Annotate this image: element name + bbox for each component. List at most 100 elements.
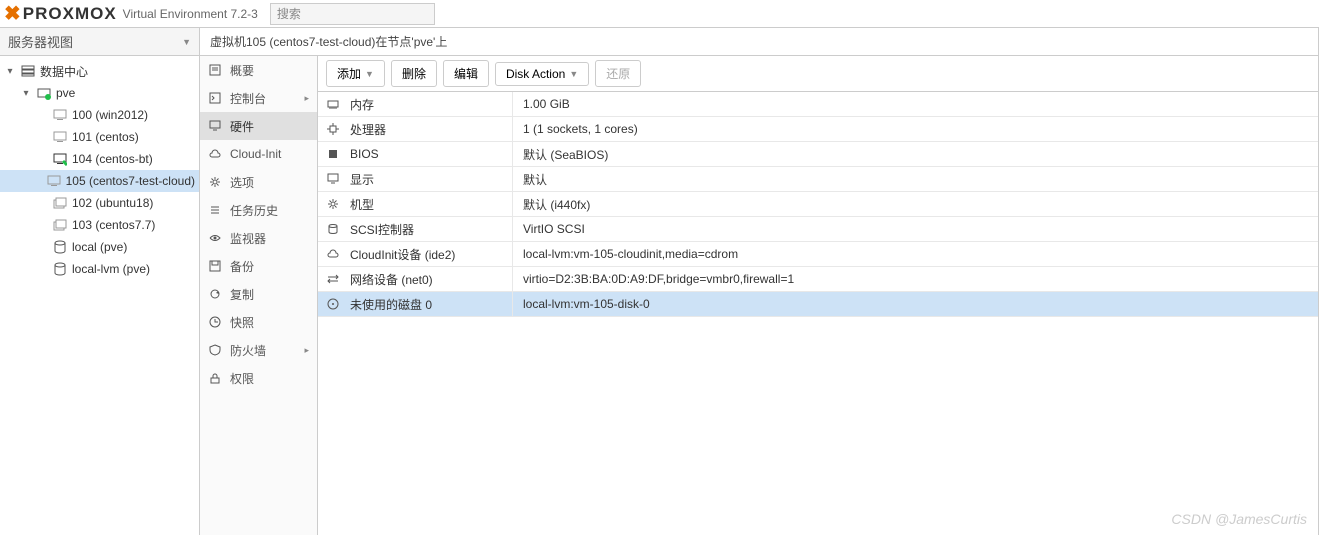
subnav-label: 监视器 xyxy=(230,230,309,247)
monitor-icon xyxy=(326,173,340,185)
ct-icon xyxy=(52,217,68,233)
hardware-panel: 添加▼ 删除 编辑 Disk Action▼ 还原 内存 1.00 GiB 处理器1… xyxy=(318,56,1318,535)
hardware-row[interactable]: BIOS默认 (SeaBIOS) xyxy=(318,142,1318,167)
hardware-value: local-lvm:vm-105-disk-0 xyxy=(513,297,1318,311)
hardware-row[interactable]: 显示默认 xyxy=(318,167,1318,192)
list-icon xyxy=(208,204,222,216)
disk-icon xyxy=(326,298,340,310)
subnav-label: Cloud-Init xyxy=(230,147,309,161)
hardware-key: 内存 xyxy=(350,96,374,113)
disk-action-button[interactable]: Disk Action▼ xyxy=(495,62,589,86)
hardware-key: 处理器 xyxy=(350,121,386,138)
ct-icon xyxy=(52,195,68,211)
tree-toggle-icon[interactable]: ▾ xyxy=(20,88,32,99)
terminal-icon xyxy=(208,92,222,104)
vm-off-icon xyxy=(52,107,68,123)
bios-icon xyxy=(326,148,340,160)
edit-button[interactable]: 编辑 xyxy=(443,60,489,87)
tree-item-103[interactable]: 103 (centos7.7) xyxy=(0,214,199,236)
tree-item-label: local (pve) xyxy=(72,240,127,254)
subnav-label: 概要 xyxy=(230,62,309,79)
hardware-value: 1.00 GiB xyxy=(513,97,1318,111)
hardware-table: 内存 1.00 GiB 处理器1 (1 sockets, 1 cores)BIOS默… xyxy=(318,92,1318,535)
revert-button: 还原 xyxy=(595,60,641,87)
subnav-console[interactable]: 控制台 ▸ xyxy=(200,84,317,112)
subnav-label: 快照 xyxy=(230,314,309,331)
hardware-value: 默认 xyxy=(513,171,1318,188)
subnav-label: 选项 xyxy=(230,174,309,191)
logo-x-icon: ✖ xyxy=(4,1,21,26)
tree-item-label: local-lvm (pve) xyxy=(72,262,150,276)
subnav-monitor[interactable]: 监视器 xyxy=(200,224,317,252)
tree-item-label: 102 (ubuntu18) xyxy=(72,196,153,210)
sync-icon xyxy=(208,288,222,300)
hardware-value: virtio=D2:3B:BA:0D:A9:DF,bridge=vmbr0,fi… xyxy=(513,272,1318,286)
search-input[interactable]: 搜索 xyxy=(270,3,435,25)
logo: ✖ PROXMOX Virtual Environment 7.2-3 xyxy=(0,1,262,26)
tree-item-101[interactable]: 101 (centos) xyxy=(0,126,199,148)
subnav-cloudinit[interactable]: Cloud-Init xyxy=(200,140,317,168)
hardware-row[interactable]: 机型默认 (i440fx) xyxy=(318,192,1318,217)
tree-item-100[interactable]: 100 (win2012) xyxy=(0,104,199,126)
watermark: CSDN @JamesCurtis xyxy=(1171,511,1307,527)
hardware-key: 未使用的磁盘 0 xyxy=(350,296,432,313)
server-icon xyxy=(20,63,36,79)
db-icon xyxy=(326,223,340,235)
tree-item-102[interactable]: 102 (ubuntu18) xyxy=(0,192,199,214)
tree-item-104[interactable]: 104 (centos-bt) xyxy=(0,148,199,170)
breadcrumb: 虚拟机105 (centos7-test-cloud)在节点'pve'上 xyxy=(200,28,1318,56)
subnav-label: 任务历史 xyxy=(230,202,309,219)
hardware-row[interactable]: 未使用的磁盘 0 local-lvm:vm-105-disk-0 xyxy=(318,292,1318,317)
tree-toggle-icon[interactable]: ▾ xyxy=(4,66,16,77)
lock-icon xyxy=(208,372,222,384)
memory-icon xyxy=(326,98,340,110)
subnav-snapshot[interactable]: 快照 xyxy=(200,308,317,336)
hardware-row[interactable]: SCSI控制器VirtIO SCSI xyxy=(318,217,1318,242)
remove-button[interactable]: 删除 xyxy=(391,60,437,87)
search-placeholder: 搜索 xyxy=(277,5,301,22)
node-green-icon xyxy=(36,85,52,101)
chevron-down-icon: ▼ xyxy=(365,69,374,79)
eye-icon xyxy=(208,232,222,244)
view-selector[interactable]: 服务器视图 ▼ xyxy=(0,28,199,56)
tree-item-pve[interactable]: ▾pve xyxy=(0,82,199,104)
tree-item-local-lvm[interactable]: local-lvm (pve) xyxy=(0,258,199,280)
subnav-label: 防火墙 xyxy=(230,342,296,359)
tree-item-label: 105 (centos7-test-cloud) xyxy=(66,174,195,188)
subnav-backup[interactable]: 备份 xyxy=(200,252,317,280)
monitor-icon xyxy=(208,120,222,132)
hardware-row[interactable]: 内存 1.00 GiB xyxy=(318,92,1318,117)
subnav-label: 备份 xyxy=(230,258,309,275)
hardware-value: local-lvm:vm-105-cloudinit,media=cdrom xyxy=(513,247,1318,261)
cpu-icon xyxy=(326,123,340,135)
hardware-row[interactable]: 网络设备 (net0)virtio=D2:3B:BA:0D:A9:DF,brid… xyxy=(318,267,1318,292)
vm-off-icon xyxy=(52,129,68,145)
storage-icon xyxy=(52,261,68,277)
add-button[interactable]: 添加▼ xyxy=(326,60,385,87)
hardware-row[interactable]: 处理器1 (1 sockets, 1 cores) xyxy=(318,117,1318,142)
subnav-permissions[interactable]: 权限 xyxy=(200,364,317,392)
chevron-right-icon: ▸ xyxy=(304,345,309,356)
resource-tree: ▾数据中心▾pve100 (win2012)101 (centos)104 (c… xyxy=(0,56,199,535)
subnav-summary[interactable]: 概要 xyxy=(200,56,317,84)
hardware-value: VirtIO SCSI xyxy=(513,222,1318,236)
tree-item-105[interactable]: 105 (centos7-test-cloud) xyxy=(0,170,199,192)
hardware-row[interactable]: CloudInit设备 (ide2)local-lvm:vm-105-cloud… xyxy=(318,242,1318,267)
subnav-label: 硬件 xyxy=(230,118,309,135)
subnav-hardware[interactable]: 硬件 xyxy=(200,112,317,140)
tree-item-local[interactable]: local (pve) xyxy=(0,236,199,258)
subnav-label: 权限 xyxy=(230,370,309,387)
center-panel: 虚拟机105 (centos7-test-cloud)在节点'pve'上 概要控… xyxy=(200,28,1319,535)
storage-icon xyxy=(52,239,68,255)
subnav-options[interactable]: 选项 xyxy=(200,168,317,196)
subnav-taskhist[interactable]: 任务历史 xyxy=(200,196,317,224)
hardware-value: 默认 (i440fx) xyxy=(513,196,1318,213)
chevron-right-icon: ▸ xyxy=(304,93,309,104)
subnav-label: 控制台 xyxy=(230,90,296,107)
subnav-firewall[interactable]: 防火墙 ▸ xyxy=(200,336,317,364)
left-panel: 服务器视图 ▼ ▾数据中心▾pve100 (win2012)101 (cento… xyxy=(0,28,200,535)
cloud-icon xyxy=(208,148,222,160)
subnav-replication[interactable]: 复制 xyxy=(200,280,317,308)
chevron-down-icon: ▼ xyxy=(569,69,578,79)
tree-item-dc[interactable]: ▾数据中心 xyxy=(0,60,199,82)
